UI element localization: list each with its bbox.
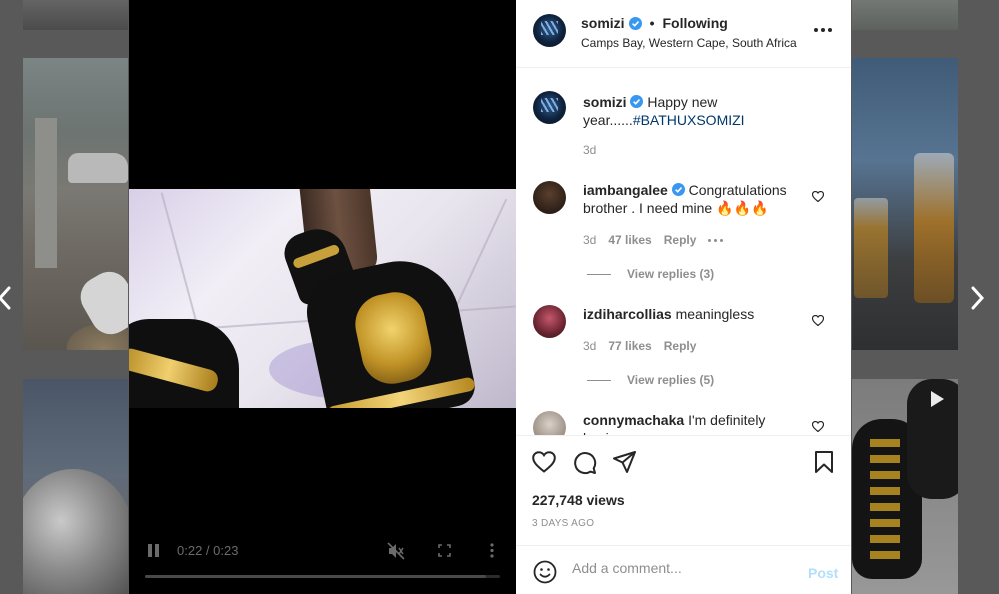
comment-input[interactable]	[572, 560, 792, 576]
share-icon	[613, 451, 636, 473]
share-button[interactable]	[613, 451, 636, 478]
caption-username[interactable]: somizi	[583, 94, 627, 110]
avatar[interactable]	[533, 91, 566, 124]
caption-age: 3d	[583, 143, 597, 157]
video-controls: 0:22 / 0:23	[129, 538, 516, 566]
grid-thumbnail-video[interactable]	[852, 379, 958, 594]
grid-thumbnail[interactable]	[23, 58, 128, 350]
following-button[interactable]: Following	[662, 15, 727, 31]
chevron-right-icon	[971, 286, 985, 310]
avatar[interactable]	[533, 14, 566, 47]
post-actions: 227,748 views 3 DAYS AGO	[516, 435, 851, 545]
heart-icon	[811, 420, 825, 433]
comment-username[interactable]: izdiharcollias	[583, 306, 672, 322]
post-date: 3 DAYS AGO	[532, 518, 595, 529]
comment-username[interactable]: iambangalee	[583, 182, 668, 198]
grid-thumbnail[interactable]	[23, 0, 128, 30]
view-replies-label: View replies (5)	[627, 373, 715, 387]
caption-meta: 3d	[583, 143, 596, 157]
heart-icon	[532, 451, 556, 473]
emoji-button[interactable]	[533, 560, 557, 589]
post-modal: 0:22 / 0:23 somizi • Following Camps Bay…	[129, 0, 851, 594]
play-icon	[931, 391, 944, 407]
view-count[interactable]: 227,748 views	[532, 492, 625, 508]
video-progress-fill	[145, 575, 486, 578]
volume-muted-icon	[387, 542, 405, 560]
caption-text: somizi Happy new year......#BATHUXSOMIZI	[583, 93, 808, 129]
hashtag-link[interactable]: #BATHUXSOMIZI	[633, 112, 745, 128]
add-comment-bar: Post	[516, 545, 851, 594]
emoji-icon	[533, 560, 557, 584]
reply-button[interactable]: Reply	[664, 233, 697, 247]
verified-badge-icon	[630, 95, 644, 108]
previous-post-button[interactable]	[0, 283, 14, 313]
comment-likes[interactable]: 77 likes	[608, 339, 651, 353]
comment-age: 3d	[583, 233, 597, 247]
video-player[interactable]: 0:22 / 0:23	[129, 0, 516, 594]
video-more-button[interactable]	[490, 543, 494, 563]
comment-meta: 3d 77 likes Reply	[583, 339, 696, 353]
comment-likes[interactable]: 47 likes	[608, 233, 651, 247]
comment-username[interactable]: connymachaka	[583, 412, 684, 428]
comment-button[interactable]	[573, 451, 597, 480]
comment-body: meaningless	[675, 306, 755, 322]
view-replies-label: View replies (3)	[627, 267, 715, 281]
like-comment-button[interactable]	[811, 419, 825, 435]
video-time: 0:22 / 0:23	[177, 543, 239, 558]
grid-thumbnail[interactable]	[852, 0, 958, 30]
post-comment-button[interactable]: Post	[808, 565, 838, 581]
author-username[interactable]: somizi	[581, 15, 625, 31]
post-details-panel: somizi • Following Camps Bay, Western Ca…	[516, 0, 851, 594]
chevron-left-icon	[0, 286, 11, 310]
verified-badge-icon	[671, 183, 685, 196]
avatar[interactable]	[533, 181, 566, 214]
like-comment-button[interactable]	[811, 313, 825, 331]
grid-thumbnail[interactable]	[23, 379, 128, 594]
comment-age: 3d	[583, 339, 597, 353]
like-comment-button[interactable]	[811, 189, 825, 207]
pause-button[interactable]	[148, 544, 160, 557]
avatar[interactable]	[533, 305, 566, 338]
video-frame[interactable]	[129, 189, 516, 408]
post-header: somizi • Following Camps Bay, Western Ca…	[516, 0, 851, 68]
fullscreen-icon	[438, 544, 451, 557]
comment-text: iambangalee Congratulations brother . I …	[583, 181, 808, 217]
avatar[interactable]	[533, 411, 566, 435]
save-button[interactable]	[814, 451, 834, 478]
comment-meta: 3d 47 likes Reply	[583, 233, 724, 247]
post-location[interactable]: Camps Bay, Western Cape, South Africa	[581, 36, 797, 50]
video-progress-bar[interactable]	[145, 575, 500, 578]
post-author: somizi • Following	[581, 15, 728, 31]
post-options-button[interactable]	[814, 28, 832, 32]
like-button[interactable]	[532, 451, 556, 478]
separator-dot: •	[649, 15, 655, 31]
reply-button[interactable]: Reply	[664, 339, 697, 353]
comment-text: izdiharcollias meaningless	[583, 305, 808, 323]
view-replies-button[interactable]: View replies (5)	[587, 373, 714, 387]
fullscreen-button[interactable]	[438, 544, 451, 562]
mute-button[interactable]	[387, 542, 405, 565]
comment-text: connymachaka I'm definitely buying	[583, 411, 808, 435]
next-post-button[interactable]	[968, 283, 988, 313]
grid-thumbnail[interactable]	[852, 58, 958, 350]
view-replies-button[interactable]: View replies (3)	[587, 267, 714, 281]
more-vertical-icon	[490, 543, 494, 558]
heart-icon	[811, 314, 825, 327]
verified-badge-icon	[628, 16, 642, 30]
bookmark-icon	[815, 451, 833, 473]
heart-icon	[811, 190, 825, 203]
comment-icon	[574, 452, 597, 475]
comments-list[interactable]: somizi Happy new year......#BATHUXSOMIZI…	[516, 69, 851, 435]
comment-options-button[interactable]	[708, 238, 724, 242]
